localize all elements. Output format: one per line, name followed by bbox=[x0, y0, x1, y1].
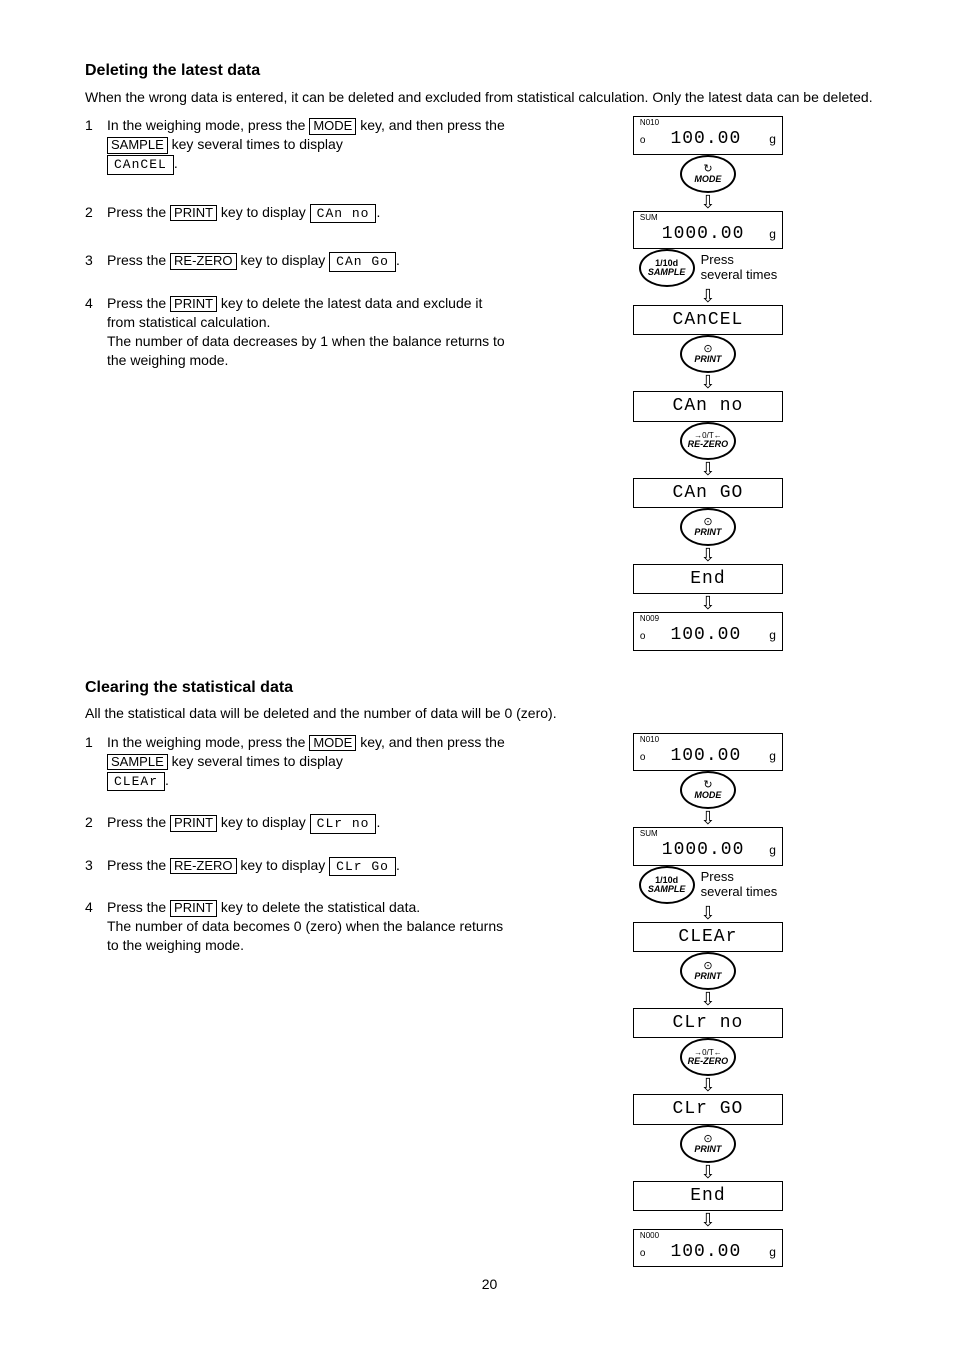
key-print: PRINT bbox=[170, 296, 217, 312]
lcd-n010: N010 o100.00g bbox=[633, 116, 783, 154]
lcd-can-no: CAn no bbox=[633, 391, 783, 421]
list-item: 1 In the weighing mode, press the MODE k… bbox=[85, 116, 508, 174]
down-arrow-icon: ⇩ bbox=[700, 287, 715, 305]
step-number: 2 bbox=[85, 203, 107, 224]
down-arrow-icon: ⇩ bbox=[700, 594, 715, 612]
key-rezero: RE-ZERO bbox=[170, 253, 237, 269]
button-print: ⊙PRINT bbox=[680, 1125, 736, 1163]
key-print: PRINT bbox=[170, 815, 217, 831]
lcd-end: End bbox=[633, 564, 783, 594]
list-item: 4 Press the PRINT key to delete the late… bbox=[85, 294, 508, 370]
list-item: 2 Press the PRINT key to display CAn no. bbox=[85, 203, 508, 224]
key-print: PRINT bbox=[170, 900, 217, 916]
lcd-sum: SUM 1000.00g bbox=[633, 827, 783, 865]
step-number: 1 bbox=[85, 733, 107, 791]
step-number: 4 bbox=[85, 898, 107, 955]
intro-clearing: All the statistical data will be deleted… bbox=[85, 704, 894, 723]
step-number: 2 bbox=[85, 813, 107, 834]
button-mode: ↻MODE bbox=[680, 155, 736, 193]
list-item: 1 In the weighing mode, press the MODE k… bbox=[85, 733, 508, 791]
step-number: 3 bbox=[85, 856, 107, 877]
down-arrow-icon: ⇩ bbox=[700, 1076, 715, 1094]
lcd-n010: N010 o100.00g bbox=[633, 733, 783, 771]
page-number: 20 bbox=[85, 1275, 894, 1294]
down-arrow-icon: ⇩ bbox=[700, 1211, 715, 1229]
display-can-no: CAn no bbox=[310, 204, 377, 224]
down-arrow-icon: ⇩ bbox=[700, 1163, 715, 1181]
button-sample: 1/10dSAMPLE bbox=[639, 249, 695, 287]
key-rezero: RE-ZERO bbox=[170, 858, 237, 874]
steps-clearing: 1 In the weighing mode, press the MODE k… bbox=[85, 733, 522, 977]
button-print: ⊙PRINT bbox=[680, 335, 736, 373]
down-arrow-icon: ⇩ bbox=[700, 546, 715, 564]
step-number: 3 bbox=[85, 251, 107, 272]
down-arrow-icon: ⇩ bbox=[700, 373, 715, 391]
lcd-n009: N009 o100.00g bbox=[633, 612, 783, 650]
button-mode: ↻MODE bbox=[680, 771, 736, 809]
list-item: 3 Press the RE-ZERO key to display CLr G… bbox=[85, 856, 508, 877]
lcd-clear: CLEAr bbox=[633, 922, 783, 952]
figure-clearing-flow: N010 o100.00g ↻MODE ⇩ SUM 1000.00g 1/10d… bbox=[522, 733, 894, 1267]
display-clear: CLEAr bbox=[107, 772, 165, 792]
display-clr-no: CLr no bbox=[310, 814, 377, 834]
down-arrow-icon: ⇩ bbox=[700, 193, 715, 211]
button-print: ⊙PRINT bbox=[680, 508, 736, 546]
down-arrow-icon: ⇩ bbox=[700, 460, 715, 478]
lcd-sum: SUM 1000.00g bbox=[633, 211, 783, 249]
button-print: ⊙PRINT bbox=[680, 952, 736, 990]
annotation-press-several: Pressseveral times bbox=[701, 253, 778, 283]
lcd-clr-go: CLr GO bbox=[633, 1094, 783, 1124]
key-mode: MODE bbox=[309, 735, 356, 751]
key-print: PRINT bbox=[170, 205, 217, 221]
down-arrow-icon: ⇩ bbox=[700, 904, 715, 922]
steps-deleting: 1 In the weighing mode, press the MODE k… bbox=[85, 116, 522, 391]
list-item: 4 Press the PRINT key to delete the stat… bbox=[85, 898, 508, 955]
step-number: 1 bbox=[85, 116, 107, 174]
display-can-go: CAn Go bbox=[329, 252, 396, 272]
lcd-clr-no: CLr no bbox=[633, 1008, 783, 1038]
list-item: 3 Press the RE-ZERO key to display CAn G… bbox=[85, 251, 508, 272]
intro-deleting: When the wrong data is entered, it can b… bbox=[85, 88, 894, 107]
lcd-n000: N000 o100.00g bbox=[633, 1229, 783, 1267]
key-sample: SAMPLE bbox=[107, 754, 168, 770]
print-icon: ⊙ bbox=[703, 1134, 712, 1145]
heading-deleting: Deleting the latest data bbox=[85, 60, 894, 82]
heading-clearing: Clearing the statistical data bbox=[85, 677, 894, 699]
button-rezero: →0/T←RE-ZERO bbox=[680, 1038, 736, 1076]
key-mode: MODE bbox=[309, 118, 356, 134]
step-number: 4 bbox=[85, 294, 107, 370]
down-arrow-icon: ⇩ bbox=[700, 809, 715, 827]
display-cancel: CAnCEL bbox=[107, 155, 174, 175]
button-sample: 1/10dSAMPLE bbox=[639, 866, 695, 904]
display-clr-go: CLr Go bbox=[329, 857, 396, 877]
lcd-end: End bbox=[633, 1181, 783, 1211]
button-rezero: →0/T←RE-ZERO bbox=[680, 422, 736, 460]
lcd-can-go: CAn GO bbox=[633, 478, 783, 508]
down-arrow-icon: ⇩ bbox=[700, 990, 715, 1008]
figure-deleting-flow: N010 o100.00g ↻MODE ⇩ SUM 1000.00g 1/10d… bbox=[522, 116, 894, 650]
lcd-cancel: CAnCEL bbox=[633, 305, 783, 335]
list-item: 2 Press the PRINT key to display CLr no. bbox=[85, 813, 508, 834]
annotation-press-several: Pressseveral times bbox=[701, 870, 778, 900]
key-sample: SAMPLE bbox=[107, 137, 168, 153]
